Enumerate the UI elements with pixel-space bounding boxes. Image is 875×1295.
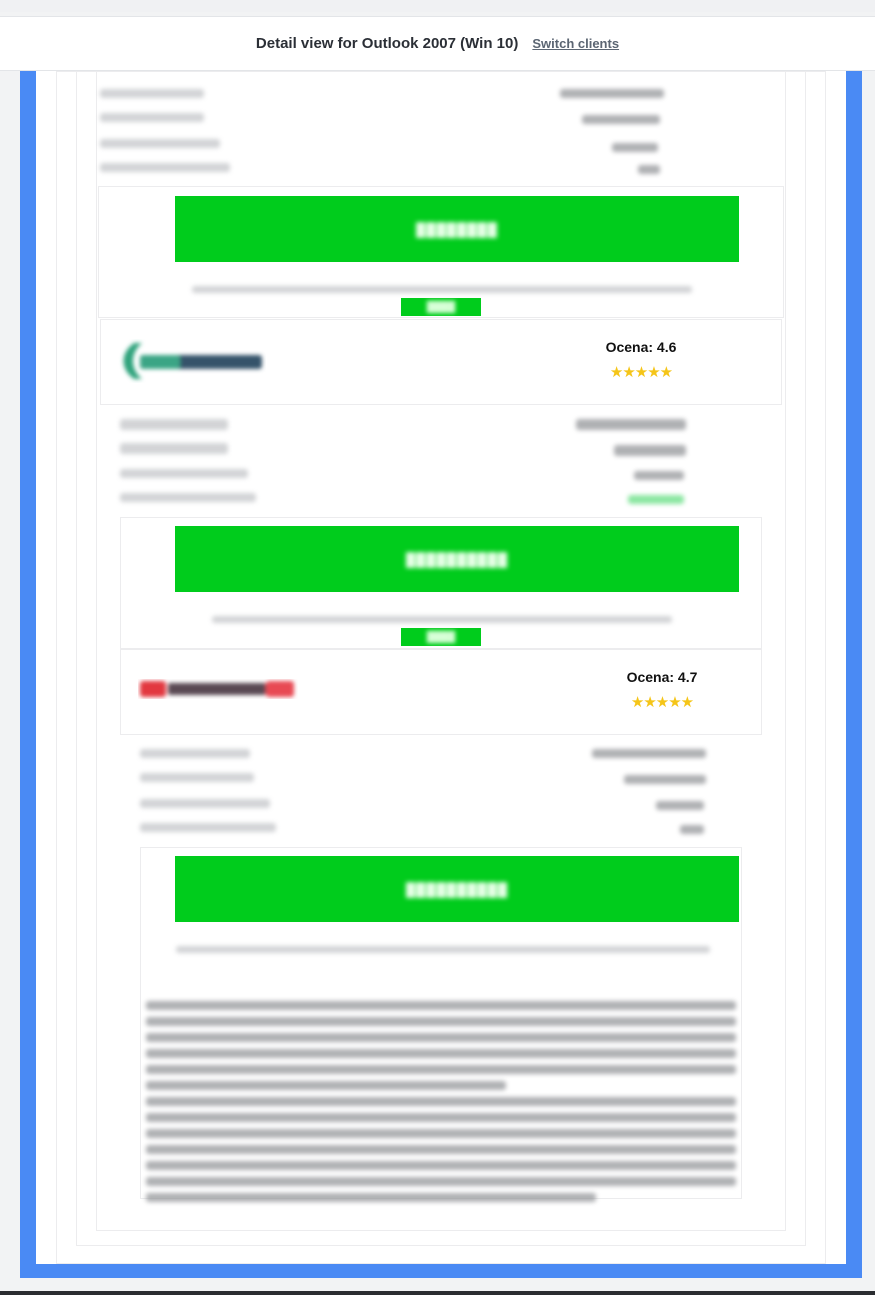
blurred-label xyxy=(100,139,220,148)
red-brand-logo-icon xyxy=(138,675,298,703)
blurred-text-line xyxy=(146,1113,736,1122)
blurred-text-line xyxy=(146,1193,596,1202)
blurred-label xyxy=(140,773,254,782)
blurred-text-line xyxy=(146,1033,736,1042)
blurred-label xyxy=(140,749,250,758)
offer-0-cta-button[interactable]: ████████ xyxy=(175,196,739,262)
blurred-label xyxy=(100,89,204,98)
star-rating-icon: ★★★★★ xyxy=(609,364,673,381)
blurred-text-line xyxy=(146,1001,736,1010)
star-rating-icon: ★★★★★ xyxy=(630,694,694,711)
blurred-label xyxy=(120,443,228,454)
blurred-value xyxy=(628,495,684,504)
blurred-value xyxy=(638,165,660,174)
offer-1-rating: Ocena: 4.6 ★★★★★ xyxy=(581,339,701,381)
blurred-label xyxy=(100,113,204,122)
blurred-label xyxy=(120,419,228,430)
blurred-text-line xyxy=(146,1065,736,1074)
detail-view-title: Detail view for Outlook 2007 (Win 10) xyxy=(255,35,519,52)
blurred-text-line xyxy=(146,1097,736,1106)
blurred-label xyxy=(140,799,270,808)
blurred-value xyxy=(560,89,664,98)
detail-header: Detail view for Outlook 2007 (Win 10) Sw… xyxy=(0,16,875,71)
browser-top-strip xyxy=(0,0,875,12)
blurred-value xyxy=(656,801,704,810)
blurred-small-label: ████ xyxy=(426,631,456,643)
blurred-text-line xyxy=(146,1145,736,1154)
offer-1-cta-button[interactable]: ██████████ xyxy=(175,526,739,592)
blurred-text-line xyxy=(146,1177,736,1186)
offer-2-rating: Ocena: 4.7 ★★★★★ xyxy=(602,669,722,711)
blurred-button-label: ██████████ xyxy=(405,551,509,567)
blurred-value xyxy=(614,445,686,456)
blurred-small-label: ████ xyxy=(426,301,456,313)
blurred-value xyxy=(582,115,660,124)
blurred-value xyxy=(624,775,706,784)
blurred-text-line xyxy=(146,1081,506,1090)
blurred-disclaimer xyxy=(212,616,672,623)
offer-1-small-button[interactable]: ████ xyxy=(401,628,481,646)
client-preview-frame: ████████ ████ Ocena: 4.6 ★★★★★ █████████… xyxy=(20,71,862,1278)
blurred-text-line xyxy=(146,1161,736,1170)
offer-0-small-button[interactable]: ████ xyxy=(401,298,481,316)
switch-clients-link[interactable]: Switch clients xyxy=(532,36,619,51)
blurred-text-line xyxy=(146,1129,736,1138)
blurred-terms-paragraph xyxy=(146,1001,736,1209)
blurred-label xyxy=(120,469,248,478)
blurred-button-label: ████████ xyxy=(416,221,498,237)
bottom-bar xyxy=(0,1291,875,1295)
blurred-label xyxy=(120,493,256,502)
blurred-value xyxy=(680,825,704,834)
blurred-disclaimer xyxy=(176,946,710,953)
blurred-label xyxy=(100,163,230,172)
green-arrow-logo-icon xyxy=(116,339,266,383)
email-preview: ████████ ████ Ocena: 4.6 ★★★★★ █████████… xyxy=(36,71,846,1264)
rating-score: Ocena: 4.7 xyxy=(626,669,698,685)
blurred-value xyxy=(634,471,684,480)
rating-score: Ocena: 4.6 xyxy=(605,339,677,355)
offer-2-cta-button[interactable]: ██████████ xyxy=(175,856,739,922)
blurred-value xyxy=(592,749,706,758)
blurred-text-line xyxy=(146,1049,736,1058)
blurred-disclaimer xyxy=(192,286,692,293)
blurred-label xyxy=(140,823,276,832)
blurred-value xyxy=(576,419,686,430)
blurred-value xyxy=(612,143,658,152)
blurred-button-label: ██████████ xyxy=(405,881,509,897)
blurred-text-line xyxy=(146,1017,736,1026)
